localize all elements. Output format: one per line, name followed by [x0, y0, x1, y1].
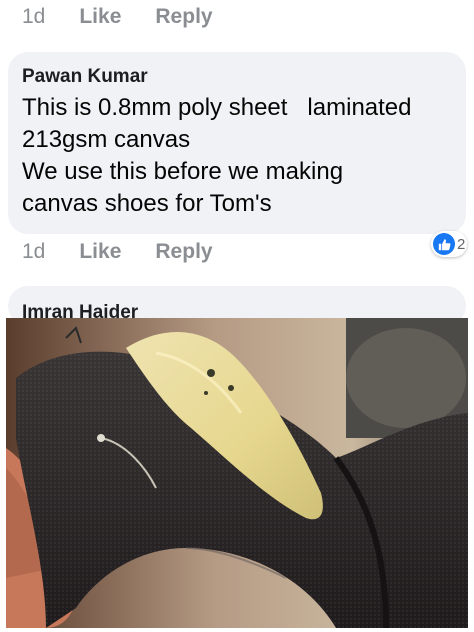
comment-actions: 1d Like Reply: [22, 237, 213, 267]
comment-bubble: Pawan Kumar This is 0.8mm poly sheet lam…: [8, 52, 466, 234]
attached-photo[interactable]: [6, 318, 468, 628]
like-button[interactable]: Like: [79, 240, 121, 264]
reply-button[interactable]: Reply: [155, 5, 212, 29]
photo-image: [6, 318, 468, 628]
previous-comment-actions: 1d Like Reply: [22, 2, 213, 32]
reply-button[interactable]: Reply: [155, 240, 212, 264]
comment-time: 1d: [22, 240, 46, 263]
comment-text: This is 0.8mm poly sheet laminated 213gs…: [22, 94, 412, 217]
reaction-count: 2: [457, 235, 466, 253]
like-icon: [433, 233, 455, 255]
comment-time: 1d: [22, 5, 46, 28]
reaction-badge[interactable]: 2: [431, 231, 468, 257]
comment-author[interactable]: Pawan Kumar: [22, 66, 148, 88]
like-button[interactable]: Like: [79, 5, 121, 29]
